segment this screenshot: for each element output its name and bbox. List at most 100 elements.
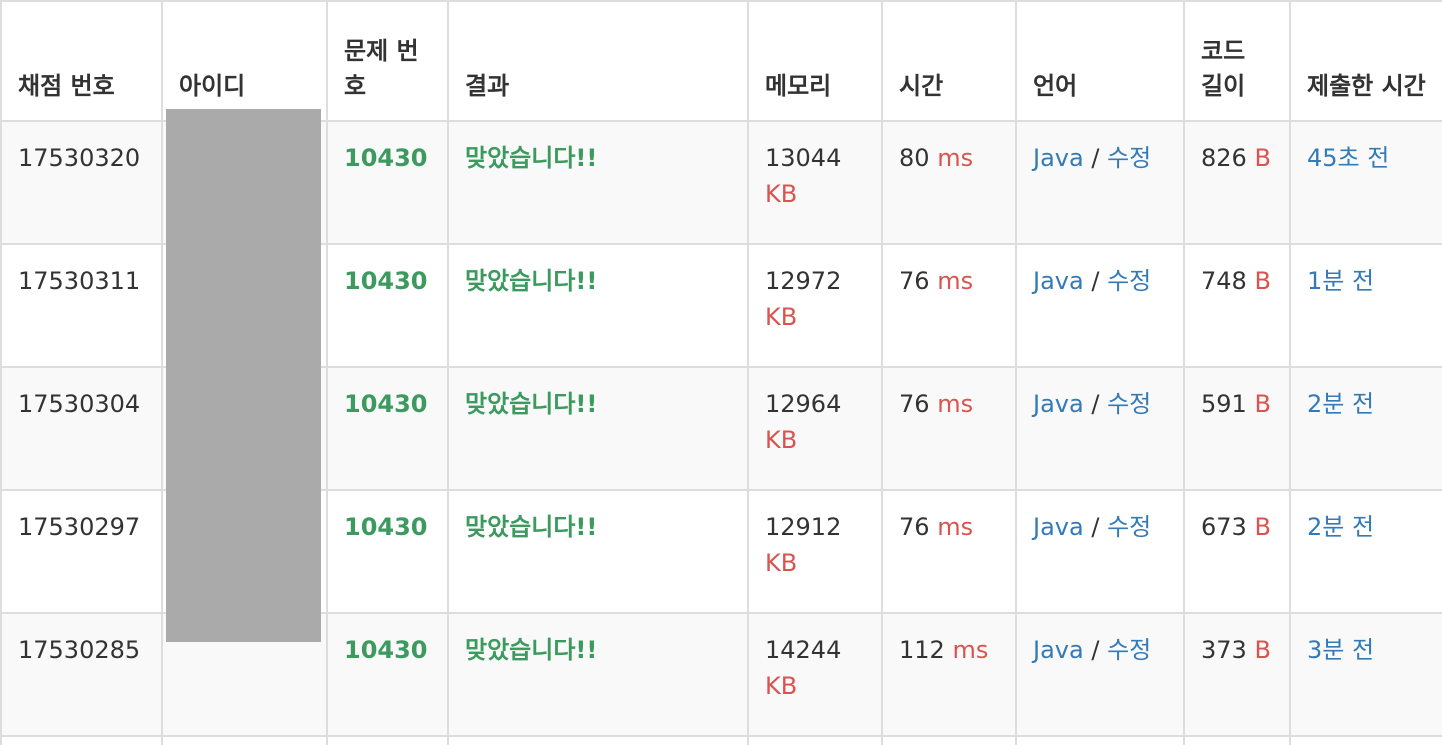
problem-link[interactable]: 10430 [344,636,428,664]
result-cell: 맞았습니다!! [447,489,749,614]
problem-cell: 10430 [326,243,449,368]
time-unit: ms [937,267,974,295]
time-unit: ms [937,513,974,541]
problem-link[interactable]: 10430 [344,513,428,541]
time-value: 80 [899,144,930,172]
result-text[interactable]: 맞았습니다!! [465,267,597,295]
code-length-value: 826 [1201,144,1247,172]
time-value: 112 [899,636,945,664]
header-memory: 메모리 [747,0,883,122]
time-cell: 76 ms [881,243,1017,368]
separator: / [1091,636,1100,664]
empty-cell [881,735,1017,745]
language-cell: Java / 수정 [1015,489,1185,614]
code-length-unit: B [1254,513,1271,541]
edit-link[interactable]: 수정 [1107,636,1151,664]
code-length-unit: B [1254,636,1271,664]
empty-cell [447,735,749,745]
memory-value: 12972 [765,267,842,295]
submission-id: 17530304 [0,366,163,491]
submitted-time-link[interactable]: 45초 전 [1307,144,1389,172]
code-length-cell: 826 B [1183,120,1291,245]
separator: / [1091,390,1100,418]
separator: / [1091,513,1100,541]
problem-cell: 10430 [326,489,449,614]
result-text[interactable]: 맞았습니다!! [465,513,597,541]
language-link[interactable]: Java [1033,390,1084,418]
empty-cell [1183,735,1291,745]
time-cell: 80 ms [881,120,1017,245]
edit-link[interactable]: 수정 [1107,390,1151,418]
memory-cell: 13044 KB [747,120,883,245]
header-result: 결과 [447,0,749,122]
problem-cell: 10430 [326,612,449,737]
empty-cell [1289,735,1442,745]
code-length-cell: 748 B [1183,243,1291,368]
time-unit: ms [952,636,989,664]
submission-id: 17530297 [0,489,163,614]
edit-link[interactable]: 수정 [1107,267,1151,295]
result-text[interactable]: 맞았습니다!! [465,636,597,664]
code-length-cell: 373 B [1183,612,1291,737]
code-length-value: 591 [1201,390,1247,418]
submitted-time-link[interactable]: 1분 전 [1307,267,1374,295]
submitted-cell: 2분 전 [1289,366,1442,491]
memory-cell: 12912 KB [747,489,883,614]
submitted-cell: 45초 전 [1289,120,1442,245]
memory-unit: KB [765,303,798,331]
header-user-id: 아이디 [161,0,328,122]
code-length-value: 748 [1201,267,1247,295]
result-text[interactable]: 맞았습니다!! [465,144,597,172]
edit-link[interactable]: 수정 [1107,513,1151,541]
memory-value: 14244 [765,636,842,664]
code-length-unit: B [1254,144,1271,172]
time-cell: 76 ms [881,366,1017,491]
time-cell: 76 ms [881,489,1017,614]
result-cell: 맞았습니다!! [447,120,749,245]
submitted-cell: 2분 전 [1289,489,1442,614]
language-cell: Java / 수정 [1015,612,1185,737]
time-unit: ms [937,390,974,418]
time-value: 76 [899,390,930,418]
submission-id: 17530311 [0,243,163,368]
submitted-time-link[interactable]: 2분 전 [1307,390,1374,418]
language-link[interactable]: Java [1033,513,1084,541]
header-time: 시간 [881,0,1017,122]
time-value: 76 [899,267,930,295]
header-code-length: 코드 길이 [1183,0,1291,122]
problem-link[interactable]: 10430 [344,390,428,418]
memory-value: 13044 [765,144,842,172]
code-length-cell: 673 B [1183,489,1291,614]
header-submitted-at: 제출한 시간 [1289,0,1442,122]
table-header-row: 채점 번호 아이디 문제 번호 결과 메모리 시간 언어 코드 길이 제출한 시… [0,0,1442,122]
code-length-unit: B [1254,267,1271,295]
problem-cell: 10430 [326,120,449,245]
memory-unit: KB [765,672,798,700]
time-unit: ms [937,144,974,172]
empty-cell [747,735,883,745]
code-length-cell: 591 B [1183,366,1291,491]
memory-unit: KB [765,426,798,454]
memory-value: 12912 [765,513,842,541]
language-link[interactable]: Java [1033,636,1084,664]
problem-link[interactable]: 10430 [344,144,428,172]
result-text[interactable]: 맞았습니다!! [465,390,597,418]
submitted-cell: 3분 전 [1289,612,1442,737]
result-cell: 맞았습니다!! [447,612,749,737]
language-link[interactable]: Java [1033,144,1084,172]
memory-unit: KB [765,180,798,208]
submitted-time-link[interactable]: 3분 전 [1307,636,1374,664]
header-problem: 문제 번호 [326,0,449,122]
submission-id: 17530285 [0,612,163,737]
submitted-time-link[interactable]: 2분 전 [1307,513,1374,541]
language-link[interactable]: Java [1033,267,1084,295]
memory-cell: 12964 KB [747,366,883,491]
result-cell: 맞았습니다!! [447,243,749,368]
time-cell: 112 ms [881,612,1017,737]
empty-cell [0,735,163,745]
edit-link[interactable]: 수정 [1107,144,1151,172]
memory-cell: 12972 KB [747,243,883,368]
code-length-value: 373 [1201,636,1247,664]
problem-link[interactable]: 10430 [344,267,428,295]
problem-cell: 10430 [326,366,449,491]
